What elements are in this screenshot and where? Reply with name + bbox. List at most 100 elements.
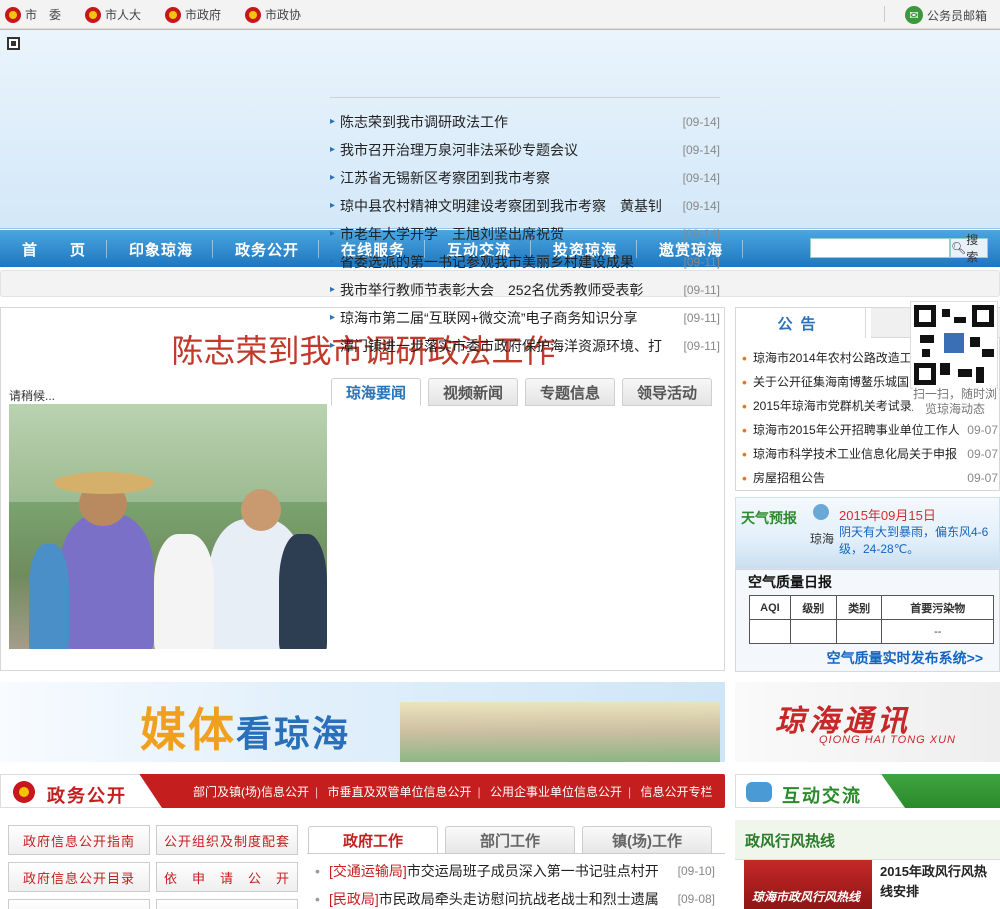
air-quality-table: AQI 级别 类别 首要污染物 -- [749,595,994,644]
link-cppcc[interactable]: 市政协 [245,6,301,23]
photo-person-head [241,489,281,531]
interaction-title: 互动交流 [782,786,862,806]
flash-placeholder-icon [7,37,20,50]
link-disclosure-column[interactable]: 信息公开专栏 [640,785,712,799]
aq-cell [835,619,883,644]
news-item[interactable]: 琼海市第二届“互联网+微交流”电子商务知识分享[09-11] [330,304,722,332]
nav-divider [742,240,743,258]
rain-icon [813,504,829,520]
hotline-image-text: 琼海市政风行风热线 [752,890,861,904]
gov-news-item[interactable]: [民政局]市民政局牵头走访慰问抗战老战士和烈士遗属[09-08] [315,888,715,909]
news-item[interactable]: 市老年大学开学 王旭刘坚出席祝贺[09-14] [330,220,722,248]
tab-gov-work[interactable]: 政府工作 [308,826,438,854]
notice-item[interactable]: 琼海市2015年公开招聘事业单位工作人09-07 [742,418,998,442]
newsletter-banner[interactable]: 琼海通讯 QIONG HAI TONG XUN [735,682,1000,762]
disclosure-catalog-button[interactable]: 政府信息公开目录 [8,862,150,892]
tab-video-news[interactable]: 视频新闻 [428,378,518,406]
gov-button-partial[interactable] [156,899,298,909]
hotline-news[interactable]: 2015年政风行风热线安排 [880,862,995,902]
tab-dept-work[interactable]: 部门工作 [445,826,575,854]
qr-module [982,349,994,357]
tab-special-topics[interactable]: 专题信息 [525,378,615,406]
qr-finder-inner [977,310,989,322]
nav-home[interactable]: 首 页 [22,239,86,260]
request-disclosure-button[interactable]: 依 申 请 公 开 [156,862,298,892]
photo-person [29,544,69,649]
link-divider: | [627,785,632,799]
qr-module [970,337,980,347]
notice-item[interactable]: 房屋招租公告09-07 [742,466,998,490]
news-panel: 陈志荣到我市调研政法工作 请稍候... 琼海要闻 视频新闻 专题信息 领导活动 [0,307,725,671]
qr-caption: 扫一扫，随时浏览琼海动态 [913,387,998,417]
qr-module [942,309,950,317]
aq-header: 类别 [835,595,883,620]
gov-news-list: [交通运输局]市交运局班子成员深入第一书记驻点村开[09-10] [民政局]市民… [315,860,715,909]
link-dept-disclosure[interactable]: 部门及镇(场)信息公开 [193,785,309,799]
qr-module [976,367,984,383]
search-input[interactable] [810,238,950,258]
aq-cell: -- [881,619,994,644]
nav-divider [212,240,213,258]
nav-government-affairs[interactable]: 政务公开 [235,239,299,260]
qr-module [958,369,972,377]
photo-person [154,534,214,649]
civil-servant-mail-link[interactable]: ✉ 公务员邮箱 [905,6,987,24]
link-vertical-units[interactable]: 市垂直及双管单位信息公开 [327,785,471,799]
qr-code [910,301,998,389]
hotline-image[interactable]: 琼海市政风行风热线 [744,860,872,909]
tab-qionghai-news[interactable]: 琼海要闻 [331,378,421,406]
qr-finder-inner [919,310,931,322]
news-item[interactable]: 琼中县农村精神文明建设考察团到我市考察 黄基钊[09-14] [330,192,722,220]
qr-module [922,349,930,357]
cppcc-emblem-icon [245,6,261,23]
loading-text: 请稍候... [9,389,56,403]
interaction-header: 互动交流 [735,774,1000,808]
tab-notice[interactable]: 公告 [736,308,866,338]
nav-impression[interactable]: 印象琼海 [129,239,193,260]
link-peoples-congress[interactable]: 市人大 [85,6,141,23]
news-item[interactable]: 我市召开治理万泉河非法采砂专题会议[09-14] [330,136,722,164]
photo-straw-hat [54,472,154,494]
top-bar: 市 委 市人大 市政府 市政协 ✉ 公务员邮箱 [0,0,1000,29]
national-emblem-icon [85,6,101,23]
party-emblem-icon [5,6,21,23]
gov-news-item[interactable]: [交通运输局]市交运局班子成员深入第一书记驻点村开[09-10] [315,860,715,888]
divider [884,6,885,22]
weather-description: 阴天有大到暴雨，偏东风4-6级，24-28℃。 [839,525,989,556]
newsletter-subtitle: QIONG HAI TONG XUN [819,734,956,746]
news-list: 陈志荣到我市调研政法工作[09-14] 我市召开治理万泉河非法采砂专题会议[09… [330,108,722,360]
link-municipal-committee[interactable]: 市 委 [5,6,61,23]
news-item[interactable]: 陈志荣到我市调研政法工作[09-14] [330,108,722,136]
air-quality-panel: 空气质量日报 AQI 级别 类别 首要污染物 -- 空气质量实时发布系统>> [735,569,1000,672]
disclosure-guide-button[interactable]: 政府信息公开指南 [8,825,150,855]
hotline-subheader: 政风行风热线 [735,820,1000,860]
gov-button-partial[interactable] [8,899,150,909]
qr-module [920,335,934,343]
search-button[interactable]: 🔍︎ 搜索 [950,233,988,264]
news-item[interactable]: 江苏省无锡新区考察团到我市考察[09-14] [330,164,722,192]
tab-leader-activities[interactable]: 领导活动 [622,378,712,406]
qr-module [940,363,950,375]
notice-item[interactable]: 琼海市科学技术工业信息化局关于申报09-07 [742,442,998,466]
weather-panel: 天气预报 琼海 2015年09月15日 阴天有大到暴雨，偏东风4-6级，24-2… [735,497,1000,569]
air-quality-link[interactable]: 空气质量实时发布系统>> [827,648,983,668]
gov-affairs-links: 部门及镇(场)信息公开 | 市垂直及双管单位信息公开 | 公用企事业单位信息公开 | … [193,783,712,800]
media-banner-title: 媒体看琼海 [140,703,351,757]
tab-town-work[interactable]: 镇(场)工作 [582,826,712,854]
news-item[interactable]: 省委选派的第一书记参观我市美丽乡村建设成果[09-11] [330,248,722,276]
gov-affairs-header: 政务公开 部门及镇(场)信息公开 | 市垂直及双管单位信息公开 | 公用企事业单位信… [0,774,725,808]
link-public-enterprises[interactable]: 公用企事业单位信息公开 [490,785,622,799]
link-divider: | [477,785,481,799]
link-municipal-government[interactable]: 市政府 [165,6,221,23]
media-banner[interactable]: 媒体看琼海 [0,682,725,762]
air-quality-title: 空气质量日报 [748,574,832,590]
aq-header: AQI [749,595,791,620]
news-photo[interactable] [9,404,327,649]
gov-affairs-title-box: 政务公开 [0,774,162,808]
news-item[interactable]: 潭门镇进一步落实市委市政府保护海洋资源环境、打[09-11] [330,332,722,360]
national-emblem-icon [165,6,181,23]
aq-cell [749,619,791,644]
news-item[interactable]: 我市举行教师节表彰大会 252名优秀教师受表彰[09-11] [330,276,722,304]
qr-module [954,317,966,323]
disclosure-rules-button[interactable]: 公开组织及制度配套 [156,825,298,855]
